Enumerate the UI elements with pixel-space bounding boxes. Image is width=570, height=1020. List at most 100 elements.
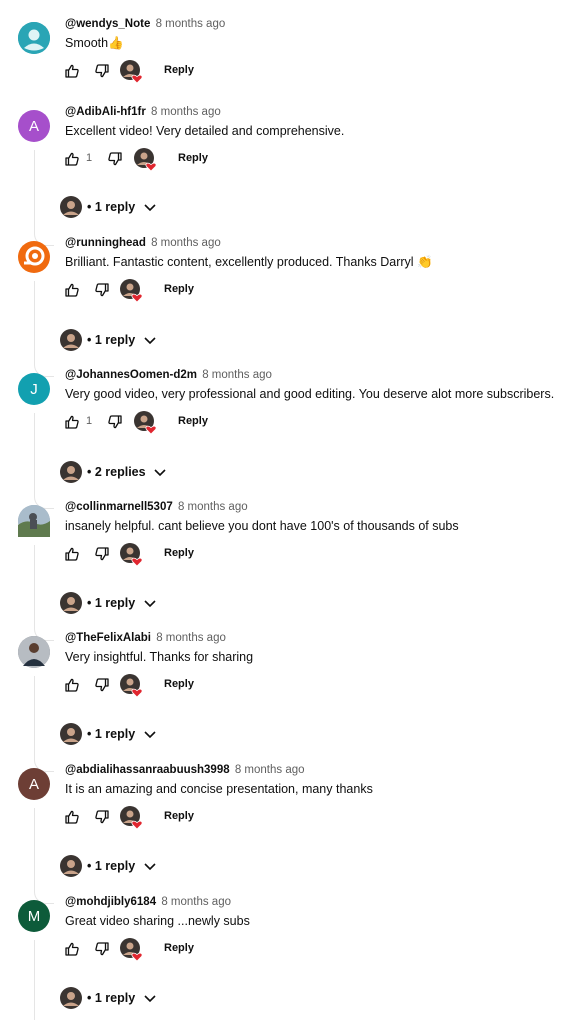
thumbs-up-icon[interactable] — [62, 411, 82, 433]
chevron-down-icon[interactable] — [142, 199, 158, 215]
comment-author[interactable]: @wendys_Note — [65, 18, 150, 30]
comment-author[interactable]: @mohdjibly6184 — [65, 896, 156, 908]
chevron-down-icon[interactable] — [152, 464, 168, 480]
comment-author[interactable]: @abdialihassanraabuush3998 — [65, 764, 230, 776]
comment-time[interactable]: 8 months ago — [202, 369, 272, 381]
comment-author[interactable]: @runninghead — [65, 237, 146, 249]
avatar[interactable] — [18, 241, 50, 273]
view-replies-button[interactable]: • 1 reply — [60, 723, 210, 747]
thumbs-down-icon[interactable] — [92, 279, 112, 301]
avatar[interactable]: J — [18, 373, 50, 405]
chevron-down-icon[interactable] — [142, 332, 158, 348]
thumbs-up-icon[interactable] — [62, 279, 82, 301]
comment-text: Very good video, very professional and g… — [65, 387, 555, 401]
comment-time[interactable]: 8 months ago — [156, 18, 226, 30]
avatar[interactable] — [18, 636, 50, 668]
replies-count[interactable]: • 1 reply — [87, 596, 135, 610]
comment-author[interactable]: @AdibAli-hf1fr — [65, 106, 146, 118]
thumbs-down-icon[interactable] — [92, 806, 112, 828]
view-replies-button[interactable]: • 2 replies — [60, 461, 210, 485]
chevron-down-icon[interactable] — [142, 726, 158, 742]
chevron-down-icon[interactable] — [142, 858, 158, 874]
comment-text: Great video sharing ...newly subs — [65, 914, 250, 928]
replies-count[interactable]: • 1 reply — [87, 333, 135, 347]
comment-author[interactable]: @collinmarnell5307 — [65, 501, 173, 513]
comment-text: insanely helpful. cant believe you dont … — [65, 519, 459, 533]
replier-avatar — [60, 592, 82, 614]
photo-avatar-icon — [18, 505, 50, 537]
reply-button[interactable]: Reply — [164, 283, 194, 295]
comment-header: @runninghead 8 months ago — [65, 237, 221, 249]
creator-heart-icon — [120, 60, 143, 84]
comment-time[interactable]: 8 months ago — [156, 632, 226, 644]
thumbs-up-icon[interactable] — [62, 148, 82, 170]
replies-count[interactable]: • 2 replies — [87, 465, 146, 479]
reply-button[interactable]: Reply — [164, 64, 194, 76]
comment-header: @TheFelixAlabi 8 months ago — [65, 632, 226, 644]
comment-text: It is an amazing and concise presentatio… — [65, 782, 373, 796]
comment-time[interactable]: 8 months ago — [235, 764, 305, 776]
comment-emoji: 👏 — [417, 255, 433, 269]
replier-avatar — [60, 196, 82, 218]
thumbs-down-icon[interactable] — [105, 411, 125, 433]
chevron-down-icon[interactable] — [142, 595, 158, 611]
replier-avatar — [60, 723, 82, 745]
reply-button[interactable]: Reply — [178, 152, 208, 164]
comment-author[interactable]: @JohannesOomen-d2m — [65, 369, 197, 381]
comment-actions: Reply — [62, 543, 262, 567]
thread-connector — [34, 413, 54, 509]
avatar[interactable]: M — [18, 900, 50, 932]
view-replies-button[interactable]: • 1 reply — [60, 987, 210, 1011]
reply-button[interactable]: Reply — [164, 942, 194, 954]
avatar[interactable]: A — [18, 768, 50, 800]
comment-actions: Reply — [62, 806, 262, 830]
creator-heart-icon — [120, 543, 143, 567]
photo-avatar-icon — [18, 636, 50, 668]
comment-author[interactable]: @TheFelixAlabi — [65, 632, 151, 644]
comment-time[interactable]: 8 months ago — [151, 106, 221, 118]
reply-button[interactable]: Reply — [178, 415, 208, 427]
avatar[interactable] — [18, 22, 50, 54]
comment-actions: Reply — [62, 938, 262, 962]
thumbs-down-icon[interactable] — [92, 543, 112, 565]
like-count: 1 — [86, 415, 93, 427]
thumbs-up-icon[interactable] — [62, 938, 82, 960]
avatar[interactable] — [18, 505, 50, 537]
comment-text: Excellent video! Very detailed and compr… — [65, 124, 345, 138]
comment-time[interactable]: 8 months ago — [151, 237, 221, 249]
replies-count[interactable]: • 1 reply — [87, 991, 135, 1005]
thread-connector — [34, 545, 54, 641]
view-replies-button[interactable]: • 1 reply — [60, 196, 210, 220]
reply-button[interactable]: Reply — [164, 547, 194, 559]
reply-button[interactable]: Reply — [164, 810, 194, 822]
replier-avatar — [60, 461, 82, 483]
avatar[interactable]: A — [18, 110, 50, 142]
comment-body: Brilliant. Fantastic content, excellentl… — [65, 255, 414, 269]
thumbs-down-icon[interactable] — [105, 148, 125, 170]
thumbs-down-icon[interactable] — [92, 938, 112, 960]
thumbs-up-icon[interactable] — [62, 60, 82, 82]
view-replies-button[interactable]: • 1 reply — [60, 592, 210, 616]
comment-actions: 1 Reply — [62, 148, 262, 172]
thumbs-up-icon[interactable] — [62, 543, 82, 565]
comment-body: Smooth — [65, 36, 109, 50]
thumbs-down-icon[interactable] — [92, 674, 112, 696]
thumbs-up-icon[interactable] — [62, 674, 82, 696]
creator-heart-icon — [134, 148, 157, 172]
replier-avatar — [60, 855, 82, 877]
chevron-down-icon[interactable] — [142, 990, 158, 1006]
thumbs-up-icon[interactable] — [62, 806, 82, 828]
replies-count[interactable]: • 1 reply — [87, 727, 135, 741]
comment-time[interactable]: 8 months ago — [178, 501, 248, 513]
runner-logo-icon — [18, 241, 50, 273]
reply-button[interactable]: Reply — [164, 678, 194, 690]
replies-count[interactable]: • 1 reply — [87, 859, 135, 873]
replier-avatar — [60, 329, 82, 351]
creator-heart-icon — [120, 674, 143, 698]
view-replies-button[interactable]: • 1 reply — [60, 855, 210, 879]
view-replies-button[interactable]: • 1 reply — [60, 329, 210, 353]
comment-text: Smooth👍 — [65, 36, 124, 51]
thumbs-down-icon[interactable] — [92, 60, 112, 82]
comment-time[interactable]: 8 months ago — [161, 896, 231, 908]
replies-count[interactable]: • 1 reply — [87, 200, 135, 214]
